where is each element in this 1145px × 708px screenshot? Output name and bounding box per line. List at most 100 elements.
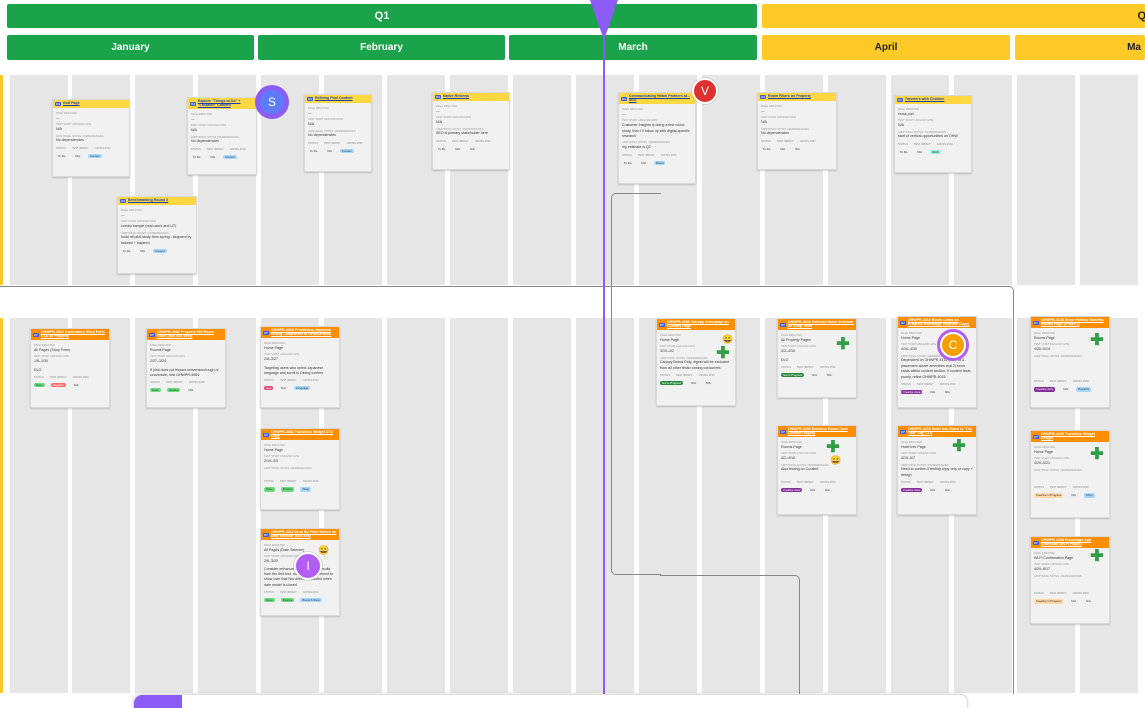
status-badge[interactable]: Creative done bbox=[781, 487, 803, 492]
card-title[interactable]: OHWPR-4128 Show Holiday Benefits Rooms P… bbox=[1041, 318, 1107, 327]
impact-badge[interactable]: N/A bbox=[1061, 387, 1071, 392]
plus-icon[interactable]: ✚ bbox=[836, 337, 850, 353]
status-badge[interactable]: Creative in Progress bbox=[1034, 493, 1064, 498]
status-badge[interactable]: To Do bbox=[898, 149, 910, 154]
status-badge[interactable]: To Do bbox=[191, 154, 203, 159]
card[interactable]: C4 Benchmarking Round 2 PAGE IMPACTED — T… bbox=[117, 196, 197, 274]
plus-icon[interactable]: ✚ bbox=[1090, 333, 1104, 349]
collaborator-avatar[interactable]: S bbox=[258, 88, 286, 116]
card-title[interactable]: Room Filters on Property bbox=[768, 94, 811, 99]
status-badge[interactable]: Live bbox=[264, 386, 274, 391]
status-badge[interactable]: To Do bbox=[56, 153, 68, 158]
card[interactable]: C4 Refining Pool Content PAGE IMPACTED — … bbox=[304, 94, 372, 172]
status-badge[interactable]: Creative done bbox=[901, 389, 923, 395]
cross-pod-badge[interactable]: N/A bbox=[943, 389, 952, 395]
status-badge[interactable]: Done bbox=[150, 388, 161, 393]
cross-pod-badge[interactable]: N/A bbox=[71, 382, 81, 388]
card-title[interactable]: OHWPR-4249 Transition Widget Design bbox=[1041, 432, 1107, 441]
cross-pod-badge[interactable]: Rewards bbox=[1076, 387, 1092, 392]
quarter-q1[interactable]: Q1 bbox=[7, 4, 757, 28]
cross-pod-badge[interactable]: Content bbox=[152, 249, 167, 254]
card[interactable]: C4 Communicating Hilton Partners at... SE… bbox=[618, 92, 696, 184]
impact-badge[interactable]: N/A bbox=[73, 153, 82, 158]
month-january[interactable]: January bbox=[7, 35, 254, 60]
card[interactable]: C4 Explore "Things to Do" + "Location" Co… bbox=[187, 97, 257, 175]
card-title[interactable]: OHWPR-4089 Canopy Homepage on Culinary P… bbox=[667, 320, 733, 329]
impact-badge[interactable]: N/A bbox=[325, 148, 334, 153]
status-badge[interactable]: Creative in Progress bbox=[1034, 599, 1064, 604]
quarter-q2[interactable]: Q bbox=[762, 4, 1145, 28]
status-badge[interactable]: Done bbox=[34, 382, 45, 388]
roadmap-board[interactable]: Q1 Q January February March April Ma C4 … bbox=[0, 0, 1145, 708]
status-badge[interactable]: To Do bbox=[436, 146, 448, 151]
cross-pod-badge[interactable]: N/A bbox=[792, 146, 802, 151]
impact-badge[interactable]: N/A bbox=[810, 372, 819, 378]
impact-badge[interactable]: N/A bbox=[138, 249, 147, 254]
card-title[interactable]: OHWPR-4082 Transition Widget CTA Copy bbox=[271, 430, 337, 439]
card-title[interactable]: Refining Pool Content bbox=[315, 96, 353, 101]
cross-pod-badge[interactable]: Content bbox=[87, 153, 102, 158]
cross-pod-badge[interactable]: Brand bbox=[653, 160, 666, 165]
impact-badge[interactable]: N/A bbox=[1069, 493, 1079, 498]
cross-pod-badge[interactable]: N/A bbox=[1084, 599, 1093, 604]
card[interactable]: C4 Native Reviews PAGE IMPACTED — TEST ST… bbox=[432, 92, 510, 170]
impact-badge[interactable]: N/A bbox=[208, 154, 217, 159]
cross-pod-badge[interactable]: Shop bbox=[300, 487, 312, 492]
card[interactable]: C7 OHWPR-4082 Transition Widget CTA Copy … bbox=[260, 428, 340, 510]
cross-pod-badge[interactable]: Shop bbox=[1084, 493, 1095, 498]
card-title[interactable]: Benchmarking Round 2 bbox=[128, 198, 168, 203]
card-title[interactable]: OHWPR-4016 Selected Dates Indicator on S… bbox=[788, 320, 854, 329]
card[interactable]: C4 Room Filters on Property PAGE IMPACTED… bbox=[757, 92, 837, 170]
impact-badge[interactable]: Positive bbox=[280, 598, 295, 603]
card-title[interactable]: OHWPR-4082 Property 360 Room Tours (Nor-… bbox=[157, 330, 223, 339]
card-title[interactable]: Communicating Hilton Partners at... SEO bbox=[629, 94, 693, 103]
card[interactable]: C7 OHWPR-4015 Room Cards on Property Home… bbox=[897, 316, 977, 408]
plus-icon[interactable]: ✚ bbox=[716, 346, 730, 362]
impact-badge[interactable]: N/A bbox=[808, 487, 818, 492]
status-badge[interactable]: To Do bbox=[761, 146, 773, 151]
month-february[interactable]: February bbox=[258, 35, 505, 60]
impact-badge[interactable]: N/A bbox=[279, 386, 288, 391]
card-title[interactable]: OHWPR-4250 Entrance Room Card Content Di… bbox=[788, 427, 854, 436]
card-title[interactable]: OHWPR-4218 Hotel Info Rates to 'The Tour… bbox=[908, 427, 974, 436]
cross-pod-badge[interactable]: N/A bbox=[467, 146, 477, 151]
card-title[interactable]: Explore "Things to Do" + "Location" Cont… bbox=[198, 99, 254, 108]
impact-badge[interactable]: N/A bbox=[928, 488, 938, 493]
plus-icon[interactable]: ✚ bbox=[1090, 447, 1104, 463]
card-title[interactable]: OHWPR-4308 Encourage App Download (Wi-Fi… bbox=[1041, 538, 1107, 547]
card-title[interactable]: Travelers with Children bbox=[905, 97, 945, 102]
status-badge[interactable]: To Do bbox=[121, 249, 133, 254]
impact-badge[interactable]: N/A bbox=[1069, 599, 1079, 604]
collaborator-avatar[interactable]: V bbox=[692, 78, 718, 104]
card[interactable]: C7 OHWPR-4016 Selected Dates Indicator on… bbox=[777, 318, 857, 398]
impact-badge[interactable]: Positive bbox=[166, 388, 181, 393]
cross-pod-badge[interactable]: Content bbox=[222, 154, 237, 159]
card[interactable]: C7 OHWPR-4249 Transition Widget Design PA… bbox=[1030, 430, 1110, 518]
cross-pod-badge[interactable]: Brand & Shop bbox=[300, 598, 322, 603]
impact-badge[interactable]: N/A bbox=[915, 149, 924, 154]
card[interactable]: C7 OHWPR-4089 Canopy Homepage on Culinary… bbox=[656, 318, 736, 406]
card-title[interactable]: OHWPR-4018 Prioritizing Japanese Dining … bbox=[271, 328, 337, 337]
impact-badge[interactable]: N/A bbox=[928, 389, 938, 395]
plus-icon[interactable]: ✚ bbox=[1090, 549, 1104, 565]
plus-icon[interactable]: ✚ bbox=[826, 440, 840, 456]
impact-badge[interactable]: Positive bbox=[280, 487, 295, 492]
cross-pod-badge[interactable]: N/A bbox=[186, 388, 196, 393]
impact-badge[interactable]: N/A bbox=[689, 381, 698, 386]
card[interactable]: C7 OHWPR-4014 Exploratory Shop Form CTA o… bbox=[30, 328, 110, 408]
bottom-toolbar[interactable] bbox=[133, 694, 968, 708]
status-badge[interactable]: Done bbox=[264, 487, 275, 492]
collaborator-avatar[interactable]: I bbox=[294, 552, 322, 580]
card[interactable]: C7 OHWPR-4128 Show Holiday Benefits Rooms… bbox=[1030, 316, 1110, 408]
impact-badge[interactable]: N/A bbox=[778, 146, 787, 151]
impact-badge[interactable]: Negative bbox=[50, 382, 66, 388]
card[interactable]: C7 OHWPR-4082 Property 360 Room Tours (No… bbox=[146, 328, 226, 408]
cross-pod-badge[interactable]: N/A bbox=[823, 487, 832, 492]
card-title[interactable]: Native Reviews bbox=[443, 94, 469, 99]
status-badge[interactable]: Not in Progress bbox=[781, 372, 805, 378]
card-title[interactable]: OHWPR-4112 Drop By Price Button on Date … bbox=[271, 530, 337, 539]
card-title[interactable]: OHWPR-4014 Exploratory Shop Form CTA on … bbox=[41, 330, 107, 339]
month-april[interactable]: April bbox=[762, 35, 1010, 60]
card[interactable]: C4 Golf Page PAGE IMPACTED — TEST START A… bbox=[52, 99, 130, 177]
month-may[interactable]: Ma bbox=[1015, 35, 1145, 60]
